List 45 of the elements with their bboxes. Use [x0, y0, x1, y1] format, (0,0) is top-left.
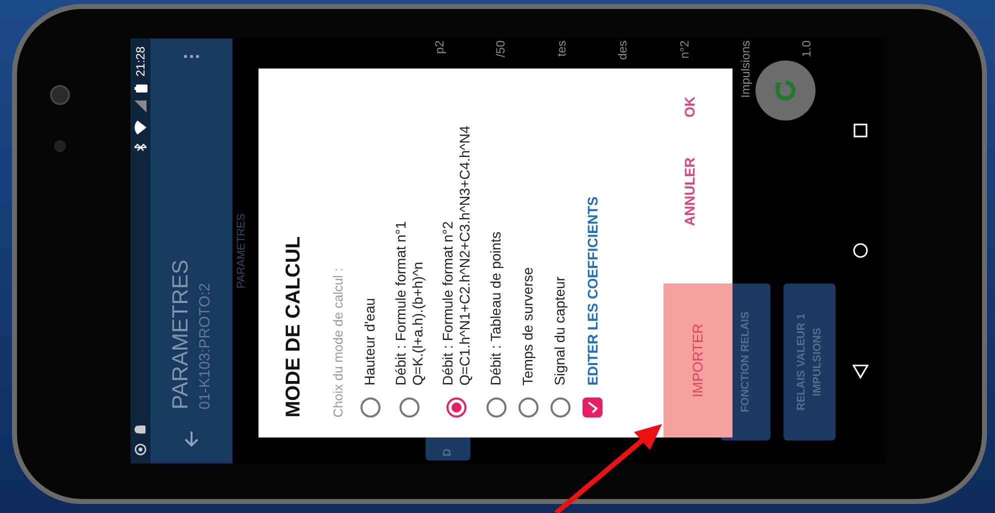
radio-icon [360, 397, 380, 417]
option-formula: Q=K.(l+a.h).(b+h)^n [409, 260, 426, 385]
background-label: Impulsions [736, 40, 753, 98]
background-label: p2 [431, 40, 447, 54]
radio-option[interactable]: Débit : Formule format n°2 Q=C1.h^N1+C2.h^N2+C3.h^N3+C4.h^N4 [438, 88, 474, 417]
recents-icon[interactable] [852, 122, 868, 138]
radio-option[interactable]: Débit : Formule format n°1 Q=K.(l+a.h).(b+h)^n [392, 88, 426, 417]
dialog-action-button[interactable]: ANNULER [679, 157, 700, 226]
radio-icon [446, 397, 466, 417]
home-icon[interactable] [852, 242, 868, 258]
wifi-icon [134, 120, 146, 134]
radio-option[interactable]: Hauteur d'eau [360, 88, 380, 417]
background-label: n°2 [676, 40, 692, 58]
background-label: des [614, 40, 630, 60]
app-title: PARAMETRES [166, 258, 193, 409]
app-subtitle: 01-K103:PROTO:2 [194, 282, 214, 409]
option-label: Hauteur d'eau [360, 297, 378, 385]
radio-option[interactable]: Débit : Tableau de points [486, 88, 506, 417]
option-label: Débit : Formule format n°1 [392, 220, 408, 385]
back-icon[interactable] [852, 363, 868, 379]
option-label: Temps de surverse [518, 266, 536, 385]
radio-icon [399, 397, 419, 417]
signal-icon [134, 100, 146, 112]
dialog-subtitle: Choix du mode de calcul : [329, 266, 346, 417]
background-label: 1.0 [798, 40, 814, 57]
option-label: Débit : Tableau de points [486, 231, 504, 385]
edit-coefficients-checkbox[interactable]: EDITER LES COEFFICIENTS [582, 88, 602, 417]
option-formula: Q=C1.h^N1+C2.h^N2+C3.h^N3+C4.h^N4 [456, 125, 474, 385]
checkbox-label: EDITER LES COEFFICIENTS [582, 196, 600, 385]
radio-icon [518, 397, 538, 417]
radio-icon [550, 397, 570, 417]
battery-icon [134, 84, 146, 92]
background-label: /50 [492, 40, 508, 57]
radio-icon [486, 397, 506, 417]
dialog-title: MODE DE CALCUL [281, 234, 305, 417]
radio-option[interactable]: Signal du capteur [550, 88, 570, 417]
back-arrow-icon[interactable] [182, 429, 200, 447]
dialog-action-button[interactable]: OK [679, 96, 700, 117]
radio-option[interactable]: Temps de surverse [518, 88, 538, 417]
clock-time: 21:28 [132, 46, 148, 76]
option-label: Débit : Formule format n°2 [438, 220, 456, 385]
section-label: PARAMETRES [234, 213, 248, 288]
more-menu-icon[interactable] [183, 54, 199, 58]
option-label: Signal du capteur [550, 276, 568, 385]
background-label: tes [553, 40, 570, 56]
